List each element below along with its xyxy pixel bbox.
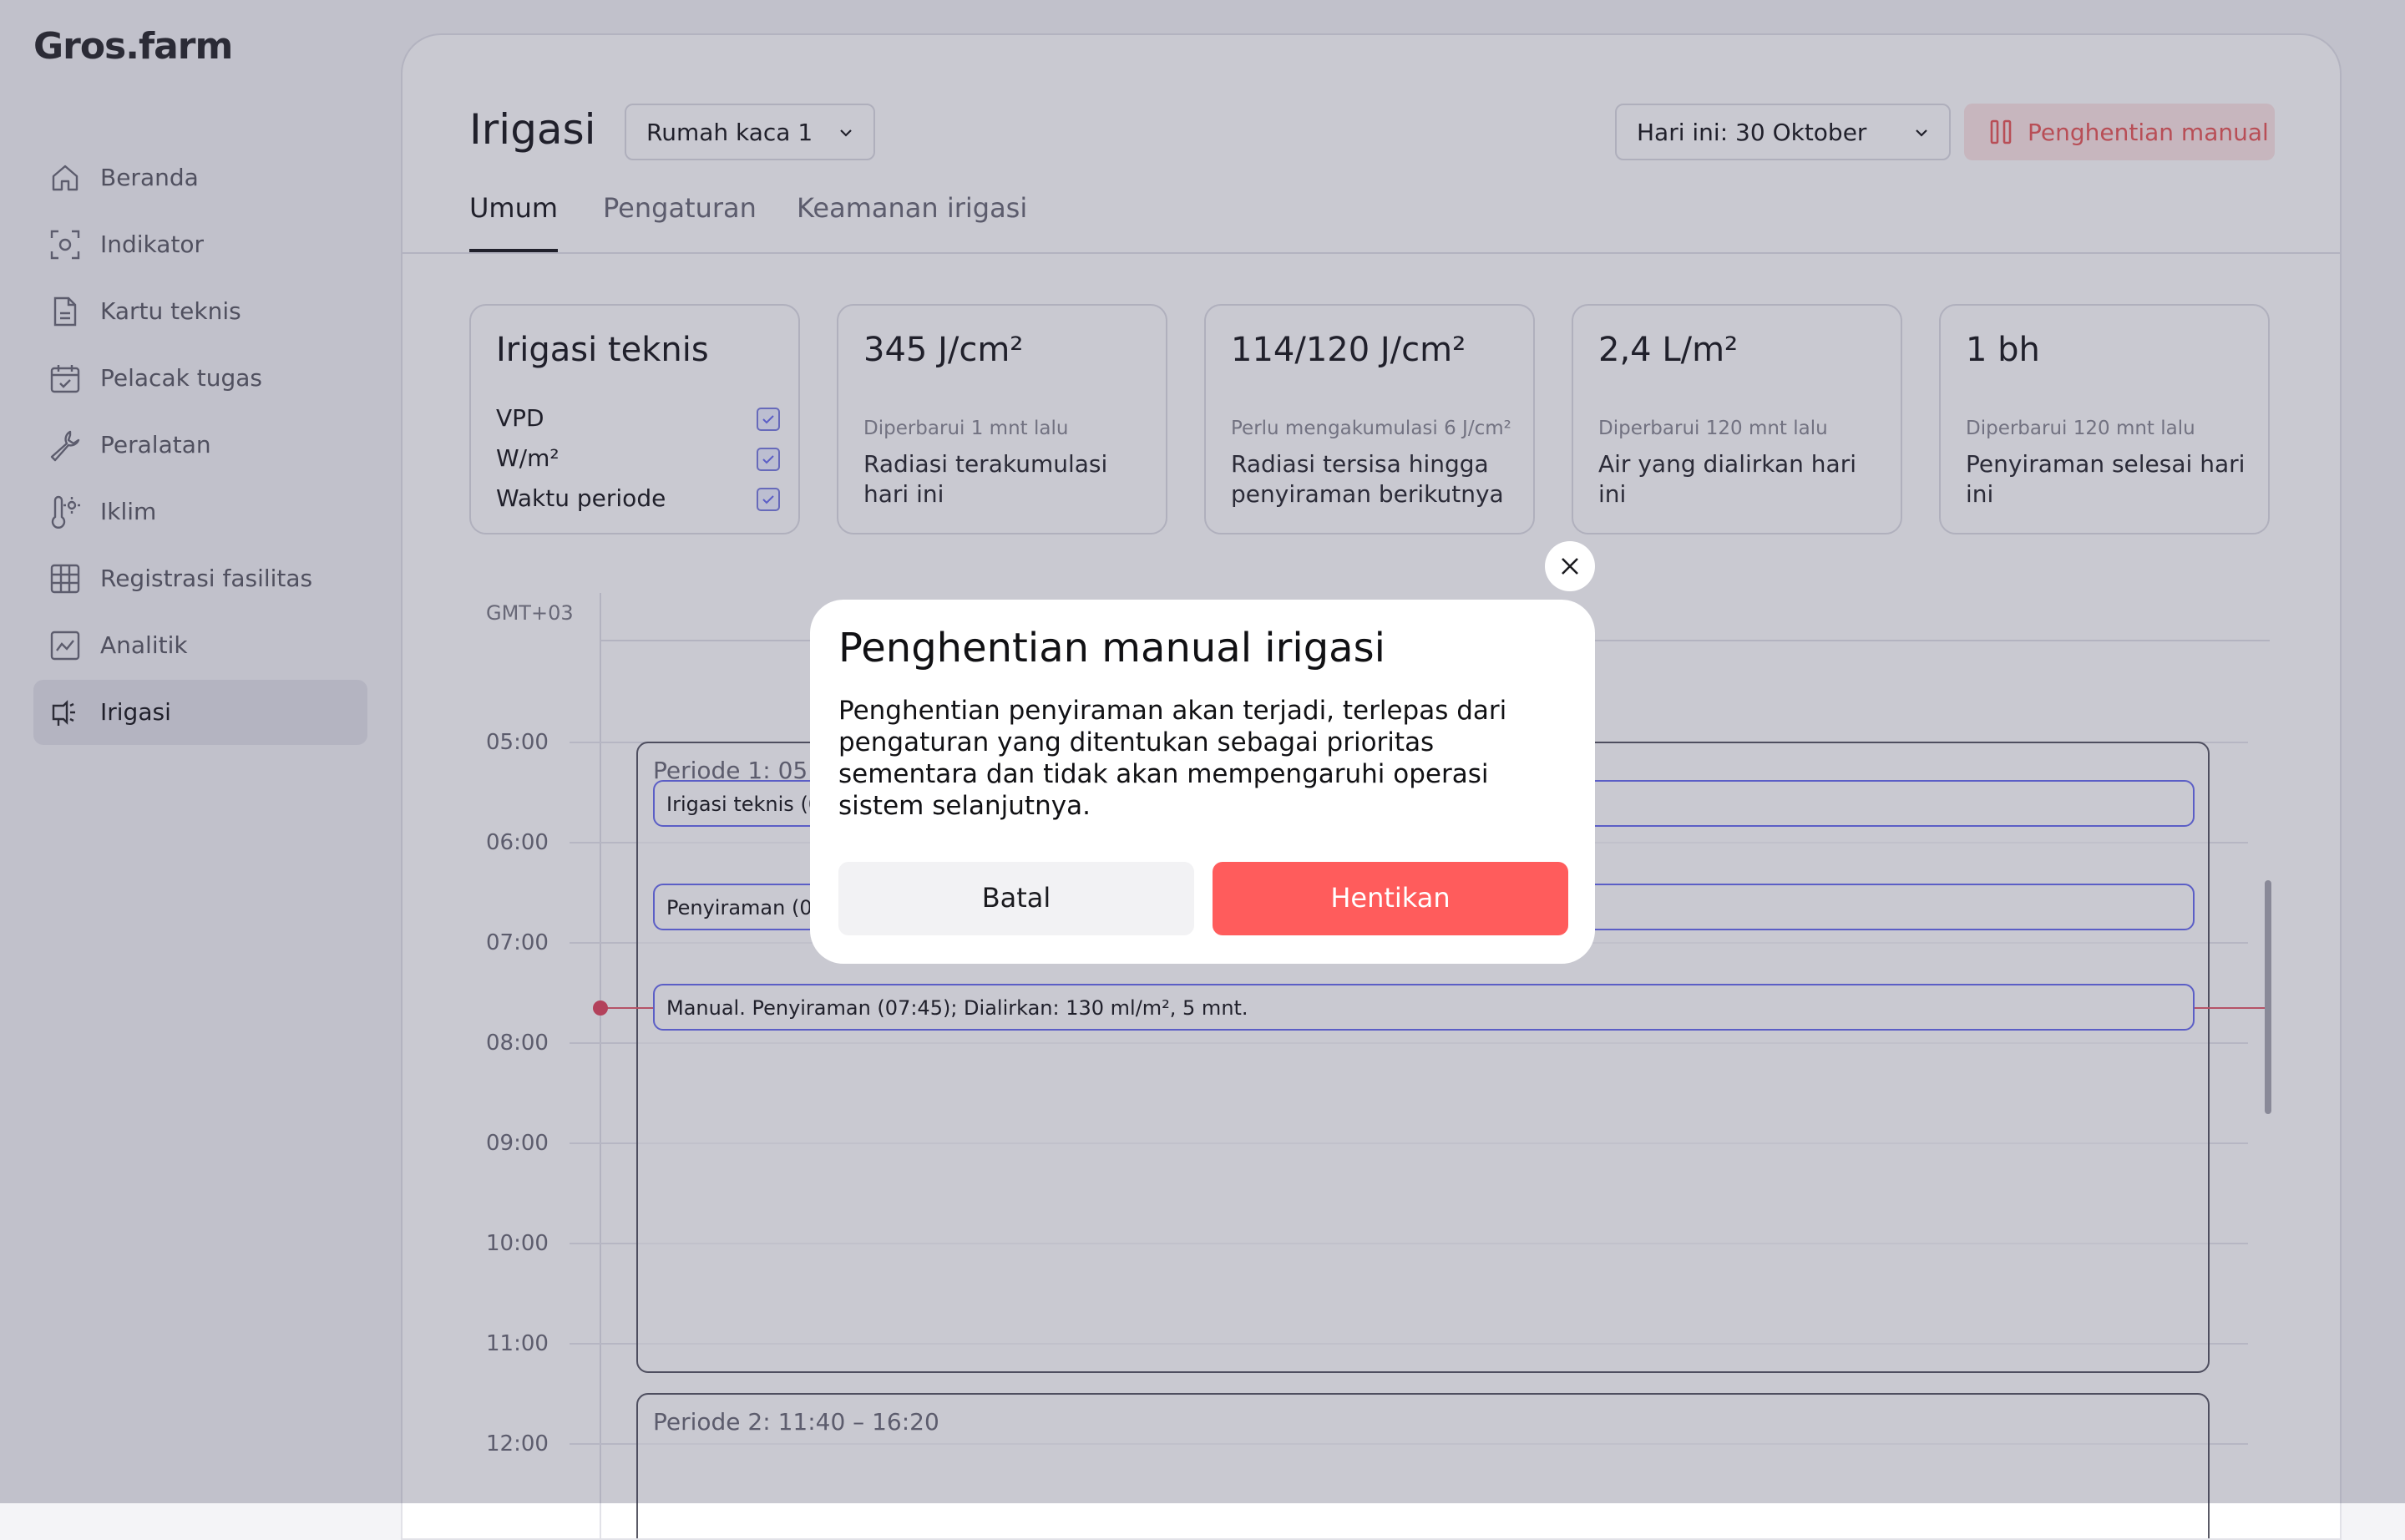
cancel-button[interactable]: Batal [838,862,1194,935]
dialog-body: Penghentian penyiraman akan terjadi, ter… [838,696,1507,821]
dialog-title: Penghentian manual irigasi [838,625,1385,671]
modal-close-button[interactable] [1545,541,1595,591]
confirm-stop-button-label: Hentikan [1330,882,1451,914]
app-root: Gros.farm Beranda Indikator Kartu teknis… [0,0,2405,1540]
confirm-stop-button[interactable]: Hentikan [1213,862,1568,935]
manual-stop-dialog: Penghentian manual irigasi Penghentian p… [810,600,1595,964]
cancel-button-label: Batal [981,882,1051,914]
close-icon [1562,558,1578,575]
